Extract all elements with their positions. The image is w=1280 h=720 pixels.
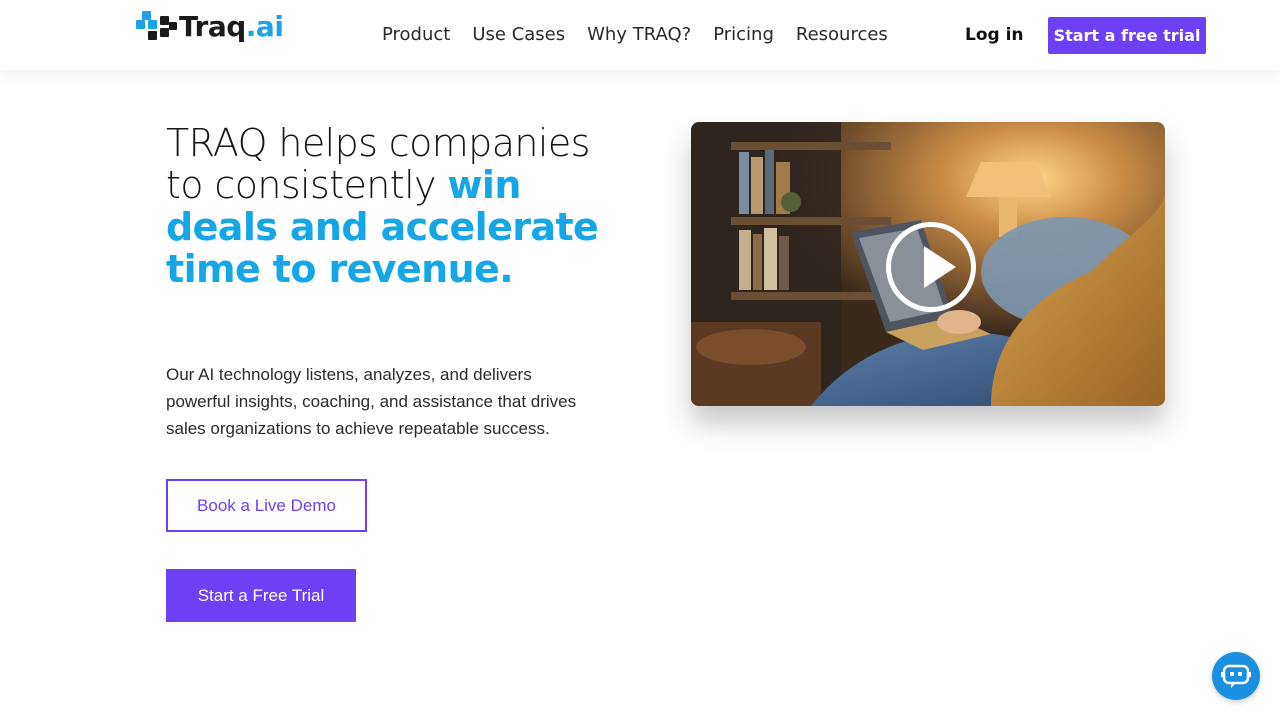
nav-item-why-traq[interactable]: Why TRAQ? [587, 22, 691, 48]
chat-widget-button[interactable] [1212, 652, 1260, 700]
login-link[interactable]: Log in [965, 22, 1024, 48]
chat-bot-icon [1221, 664, 1251, 688]
start-free-trial-button[interactable]: Start a Free Trial [166, 569, 356, 622]
logo[interactable]: Traq.ai [136, 9, 284, 45]
start-free-trial-header-button[interactable]: Start a free trial [1048, 17, 1206, 54]
nav-item-resources[interactable]: Resources [796, 22, 888, 48]
logo-text-suffix: .ai [245, 10, 284, 43]
logo-wordmark: Traq.ai [179, 10, 284, 43]
logo-text-main: Traq [179, 10, 246, 43]
nav-item-use-cases[interactable]: Use Cases [472, 22, 565, 48]
nav-item-pricing[interactable]: Pricing [713, 22, 774, 48]
hero-subtext: Our AI technology listens, analyzes, and… [166, 365, 577, 438]
hero-headline: TRAQ helps companies to consistently win… [166, 122, 606, 290]
play-icon[interactable] [886, 222, 976, 312]
book-live-demo-button[interactable]: Book a Live Demo [166, 479, 367, 532]
main-nav: Product Use Cases Why TRAQ? Pricing Reso… [382, 22, 910, 48]
hero-video[interactable] [691, 122, 1165, 406]
logo-mark-icon [136, 10, 178, 44]
nav-item-product[interactable]: Product [382, 22, 450, 48]
site-header: Traq.ai Product Use Cases Why TRAQ? Pric… [0, 0, 1280, 70]
headline-plain: TRAQ helps companies to consistently [166, 121, 590, 207]
